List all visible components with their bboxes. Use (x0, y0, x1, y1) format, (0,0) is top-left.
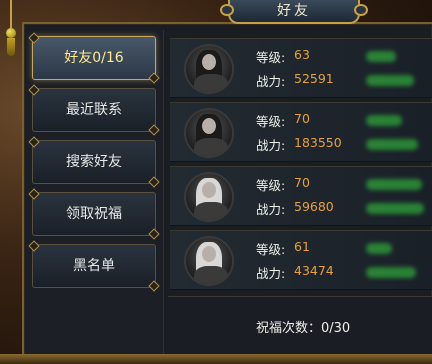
friend-row[interactable]: 等级: 63 战力: 52591 (170, 38, 432, 98)
blessing-count: 祝福次数：0/30 (256, 321, 351, 336)
tab-claim-blessings[interactable]: 领取祝福 (32, 192, 156, 236)
tab-blacklist[interactable]: 黑名单 (32, 244, 156, 288)
level-label: 等级: (256, 178, 286, 193)
blurred-guild (366, 139, 418, 150)
tassel-ornament (4, 0, 18, 60)
title-plate: 好友 (220, 0, 368, 24)
avatar[interactable] (184, 108, 234, 158)
level-label: 等级: (256, 50, 286, 65)
power-value: 183550 (294, 135, 342, 150)
friend-list: 等级: 63 战力: 52591 等级: 70 战力: 183550 等级: 7… (168, 30, 432, 296)
blurred-name (366, 51, 396, 62)
level-value: 70 (294, 175, 310, 190)
title-ornament-left (220, 4, 234, 16)
power-value: 59680 (294, 199, 334, 214)
tab-search-friends[interactable]: 搜索好友 (32, 140, 156, 184)
power-label: 战力: (256, 74, 286, 89)
tab-sidebar: 好友0/16 最近联系 搜索好友 领取祝福 黑名单 (26, 30, 164, 364)
level-value: 61 (294, 239, 310, 254)
blurred-guild (366, 267, 416, 278)
tab-friends[interactable]: 好友0/16 (32, 36, 156, 80)
level-label: 等级: (256, 114, 286, 129)
blurred-guild (366, 75, 414, 86)
bottom-border (0, 354, 432, 364)
window-title: 好友 (277, 3, 311, 19)
blurred-name (366, 179, 422, 190)
avatar[interactable] (184, 44, 234, 94)
friend-row[interactable]: 等级: 70 战力: 59680 (170, 166, 432, 226)
blurred-name (366, 243, 392, 254)
power-label: 战力: (256, 202, 286, 217)
avatar[interactable] (184, 172, 234, 222)
power-label: 战力: (256, 266, 286, 281)
friend-row[interactable]: 等级: 70 战力: 183550 (170, 102, 432, 162)
friend-row[interactable]: 等级: 61 战力: 43474 (170, 230, 432, 290)
title-ornament-right (354, 4, 368, 16)
power-value: 52591 (294, 71, 334, 86)
level-label: 等级: (256, 242, 286, 257)
blessing-footer: 祝福次数：0/30 (168, 296, 432, 354)
power-value: 43474 (294, 263, 334, 278)
level-value: 70 (294, 111, 310, 126)
blurred-guild (366, 203, 424, 214)
blurred-name (366, 115, 402, 126)
tab-recent-contacts[interactable]: 最近联系 (32, 88, 156, 132)
avatar[interactable] (184, 236, 234, 286)
power-label: 战力: (256, 138, 286, 153)
level-value: 63 (294, 47, 310, 62)
